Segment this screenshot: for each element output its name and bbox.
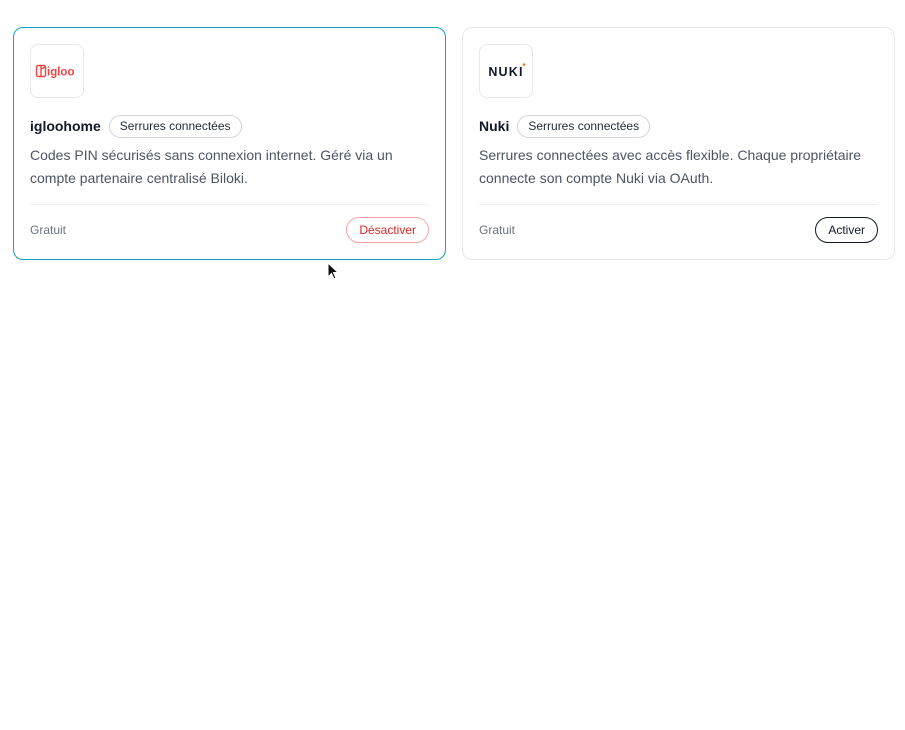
svg-text:NUKI: NUKI [488,65,523,79]
integration-card-nuki[interactable]: NUKI Nuki Serrures connectées Serrures c… [462,27,895,260]
igloo-logo-icon: igloo [35,64,74,79]
card-footer: Gratuit Désactiver [30,217,429,243]
title-row: Nuki Serrures connectées [479,114,878,138]
nuki-logo-icon: NUKI [488,63,526,79]
card-divider [479,204,878,205]
integration-description: Serrures connectées avec accès flexible.… [479,147,862,186]
title-row: igloohome Serrures connectées [30,114,429,138]
category-badge: Serrures connectées [517,114,651,138]
price-label: Gratuit [30,223,67,237]
card-divider [30,204,429,205]
price-label: Gratuit [479,223,516,237]
igloohome-logo: igloo [30,44,84,98]
category-badge: Serrures connectées [108,114,242,138]
integration-name: igloohome [30,118,101,134]
integrations-grid: igloo igloohome Serrures connectées Code… [13,27,895,260]
integration-description: Codes PIN sécurisés sans connexion inter… [30,147,393,186]
svg-text:igloo: igloo [47,67,74,79]
card-footer: Gratuit Activer [479,217,878,243]
nuki-logo: NUKI [479,44,533,98]
mouse-cursor-icon [327,262,339,280]
activate-button[interactable]: Activer [815,217,878,243]
deactivate-button[interactable]: Désactiver [346,217,429,243]
integration-card-igloohome[interactable]: igloo igloohome Serrures connectées Code… [13,27,446,260]
integration-name: Nuki [479,118,510,134]
